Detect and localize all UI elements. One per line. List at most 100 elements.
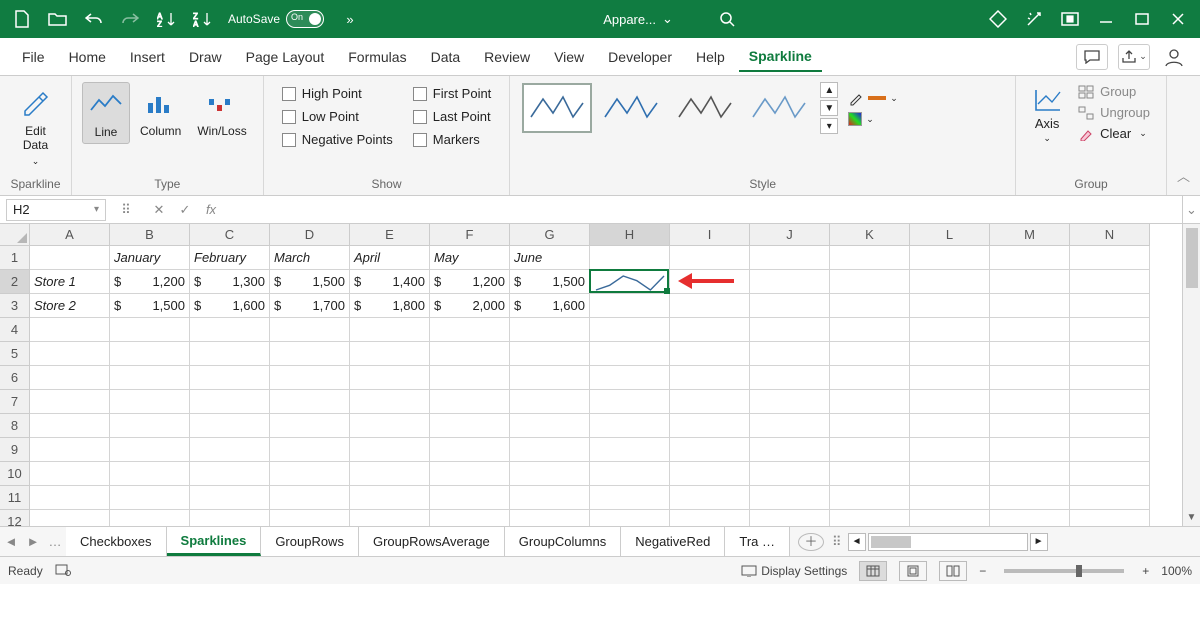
cell[interactable] xyxy=(510,414,590,438)
autosave-toggle[interactable]: AutoSave On xyxy=(228,10,324,28)
cell[interactable] xyxy=(830,510,910,526)
cell[interactable] xyxy=(190,390,270,414)
cell[interactable] xyxy=(30,342,110,366)
type-winloss-button[interactable]: Win/Loss xyxy=(191,82,252,142)
tab-sparkline[interactable]: Sparkline xyxy=(739,42,822,72)
zoom-in-button[interactable]: + xyxy=(1142,564,1149,578)
cell[interactable] xyxy=(190,414,270,438)
namebox-options-icon[interactable]: ⠿ xyxy=(110,202,142,218)
cell[interactable]: $1,300 xyxy=(190,270,270,294)
add-sheet-button[interactable]: ＋ xyxy=(798,533,824,551)
cell[interactable] xyxy=(590,246,670,270)
qat-more-icon[interactable]: » xyxy=(332,4,368,34)
diamond-icon[interactable] xyxy=(980,4,1016,34)
style-thumb-3[interactable] xyxy=(670,83,740,133)
cell[interactable] xyxy=(750,510,830,526)
cell[interactable] xyxy=(350,438,430,462)
cell[interactable] xyxy=(990,294,1070,318)
column-header[interactable]: I xyxy=(670,224,750,246)
ungroup-button[interactable]: Ungroup xyxy=(1078,105,1150,120)
cell[interactable] xyxy=(110,342,190,366)
cell[interactable] xyxy=(910,342,990,366)
cell[interactable] xyxy=(270,510,350,526)
cell[interactable] xyxy=(30,390,110,414)
cell[interactable] xyxy=(1070,438,1150,462)
column-header[interactable]: K xyxy=(830,224,910,246)
cell[interactable] xyxy=(510,438,590,462)
tab-data[interactable]: Data xyxy=(421,43,471,71)
row-header[interactable]: 3 xyxy=(0,294,30,318)
cell[interactable]: $1,500 xyxy=(270,270,350,294)
cell[interactable] xyxy=(750,318,830,342)
cell[interactable] xyxy=(1070,414,1150,438)
sheet-tab[interactable]: Tra … xyxy=(725,527,790,556)
cell[interactable] xyxy=(510,510,590,526)
sheet-nav-next-icon[interactable]: ► xyxy=(22,534,44,549)
tab-page-layout[interactable]: Page Layout xyxy=(236,43,335,71)
cell[interactable] xyxy=(30,486,110,510)
cell[interactable] xyxy=(590,462,670,486)
formula-input[interactable] xyxy=(224,199,1182,221)
cell[interactable] xyxy=(990,462,1070,486)
cell[interactable] xyxy=(510,390,590,414)
cell[interactable]: $1,700 xyxy=(270,294,350,318)
chk-negative-points[interactable]: Negative Points xyxy=(282,132,393,147)
type-column-button[interactable]: Column xyxy=(134,82,187,142)
cell[interactable] xyxy=(30,462,110,486)
cell[interactable] xyxy=(830,486,910,510)
style-gallery-more-icon[interactable]: ▾ xyxy=(820,118,838,134)
cell[interactable] xyxy=(1070,270,1150,294)
cell[interactable]: February xyxy=(190,246,270,270)
chk-high-point[interactable]: High Point xyxy=(282,86,393,101)
cell[interactable] xyxy=(430,414,510,438)
cell[interactable] xyxy=(670,462,750,486)
row-header[interactable]: 9 xyxy=(0,438,30,462)
share-icon[interactable]: ⌄ xyxy=(1118,44,1150,70)
cell[interactable] xyxy=(110,318,190,342)
column-header[interactable]: C xyxy=(190,224,270,246)
cell[interactable] xyxy=(1070,366,1150,390)
cell[interactable] xyxy=(190,510,270,526)
column-header[interactable]: M xyxy=(990,224,1070,246)
cell[interactable] xyxy=(670,318,750,342)
cell[interactable] xyxy=(1070,462,1150,486)
minimize-icon[interactable] xyxy=(1088,4,1124,34)
sort-asc-icon[interactable]: AZ xyxy=(148,4,184,34)
cell[interactable] xyxy=(430,510,510,526)
cell[interactable] xyxy=(350,510,430,526)
cell[interactable] xyxy=(1070,246,1150,270)
sheet-nav-more-icon[interactable]: … xyxy=(44,534,66,549)
vertical-scrollbar[interactable]: ▼ xyxy=(1182,224,1200,526)
cell[interactable] xyxy=(110,366,190,390)
cell[interactable] xyxy=(510,486,590,510)
cell[interactable] xyxy=(830,438,910,462)
cell[interactable]: $1,600 xyxy=(190,294,270,318)
cell[interactable] xyxy=(750,414,830,438)
cell[interactable] xyxy=(350,486,430,510)
marker-color-button[interactable]: ⌄ xyxy=(848,112,898,126)
cell[interactable] xyxy=(110,390,190,414)
cell[interactable] xyxy=(910,390,990,414)
cell[interactable] xyxy=(670,246,750,270)
cell[interactable] xyxy=(910,366,990,390)
cell[interactable] xyxy=(750,342,830,366)
cell[interactable] xyxy=(670,390,750,414)
title-dropdown-icon[interactable]: ⌄ xyxy=(662,11,673,27)
tab-developer[interactable]: Developer xyxy=(598,43,682,71)
view-page-break-icon[interactable] xyxy=(939,561,967,581)
cell[interactable] xyxy=(190,438,270,462)
expand-formula-bar-icon[interactable]: ⌄ xyxy=(1182,196,1200,223)
cell[interactable] xyxy=(590,294,670,318)
cell[interactable] xyxy=(990,390,1070,414)
cell[interactable] xyxy=(270,366,350,390)
tab-home[interactable]: Home xyxy=(59,43,116,71)
cell[interactable] xyxy=(430,342,510,366)
cell[interactable] xyxy=(30,438,110,462)
cell[interactable] xyxy=(190,342,270,366)
cell[interactable] xyxy=(590,510,670,526)
cell[interactable] xyxy=(350,342,430,366)
cell[interactable] xyxy=(830,462,910,486)
cell[interactable] xyxy=(190,318,270,342)
display-settings-button[interactable]: Display Settings xyxy=(741,564,847,578)
cell[interactable] xyxy=(750,366,830,390)
